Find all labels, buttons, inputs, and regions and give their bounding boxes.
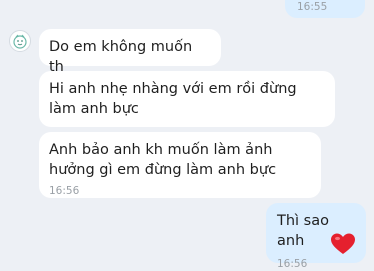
incoming-message-bubble[interactable]: Hi anh nhẹ nhàng với em rồi đừng làm anh… [39,71,335,127]
message-timestamp: 16:55 [297,1,328,13]
message-text: Anh bảo anh kh muốn làm ảnh hưởng gì em … [49,142,277,178]
message-timestamp: 16:56 [49,185,80,197]
incoming-message-bubble[interactable]: Do em không muốn th [39,29,221,75]
outgoing-message-bubble[interactable]: 16:55 [285,0,365,18]
message-timestamp: 16:56 [277,258,308,270]
sender-avatar[interactable] [9,30,31,52]
message-text: Hi anh nhẹ nhàng với em rồi đừng làm anh… [49,81,297,117]
avatar-sticker-icon [13,34,27,49]
incoming-message-bubble[interactable]: Anh bảo anh kh muốn làm ảnh hưởng gì em … [39,132,321,198]
heart-reaction-icon[interactable] [330,232,356,256]
